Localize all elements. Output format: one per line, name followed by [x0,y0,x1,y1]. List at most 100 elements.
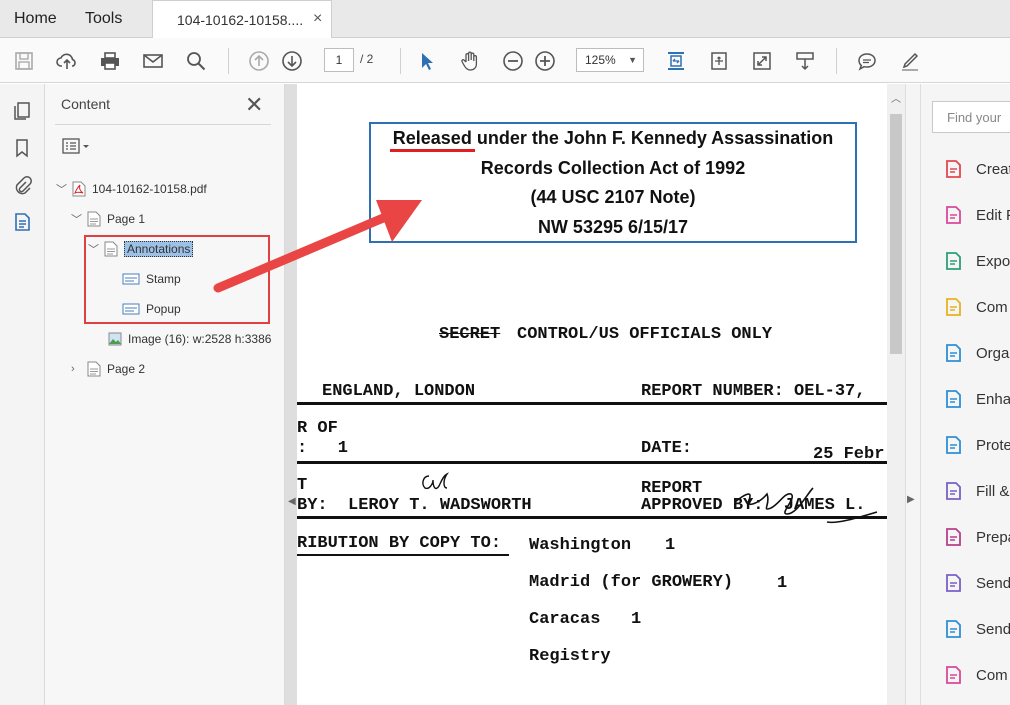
options-menu-icon[interactable] [61,136,93,158]
select-cursor-icon[interactable] [413,47,441,75]
left-rail [0,84,45,705]
vertical-scrollbar[interactable]: ︿ [887,84,905,705]
page-number-input[interactable]: 1 [324,48,354,72]
document-heading: CONTROL/US OFFICIALS ONLY [517,325,773,344]
location-text: ENGLAND, LONDON [322,382,476,401]
search-icon[interactable] [182,47,210,75]
scrollbar-thumb[interactable] [890,114,902,354]
image-icon [108,332,122,346]
toolbar-divider [400,48,401,74]
chevron-right-icon[interactable]: › [71,363,87,375]
document-tab[interactable]: 104-10162-10158.... × [152,0,332,38]
signature-icon [734,487,878,524]
edit-pdf-icon [946,206,961,224]
enhance-scans-icon [946,390,961,408]
create-pdf-icon [946,160,961,178]
email-icon[interactable] [139,47,167,75]
send-track-icon [946,620,961,638]
toolbar [0,38,1010,83]
release-stamp[interactable]: Released under the John F. Kennedy Assas… [369,122,857,243]
tool-item[interactable]: Prepa [942,526,1010,548]
date-label: DATE: [641,439,693,458]
tool-label: Com [976,666,1008,684]
expand-right-icon[interactable]: ▶ [907,494,915,505]
zoom-out-icon[interactable] [499,47,527,75]
attachment-icon[interactable] [11,174,33,196]
tool-item[interactable]: Fill & [942,480,1009,502]
save-icon[interactable] [10,47,38,75]
distribution-count: 1 [665,536,676,555]
distribution-count: 1 [631,610,642,629]
panel-divider [55,124,271,125]
close-tab-icon[interactable]: × [313,10,322,28]
tool-label: Send [976,620,1010,638]
comment-icon [946,298,961,316]
stamp-line-1: Released under the John F. Kennedy Assas… [371,124,855,154]
scroll-mode-icon[interactable] [791,47,819,75]
next-page-icon[interactable] [278,47,306,75]
tool-label: Prepa [976,528,1010,546]
chevron-down-icon[interactable]: ﹀ [71,211,87,227]
pdf-file-icon [72,181,86,197]
tool-item[interactable]: Com [942,664,1008,686]
tool-item[interactable]: Creat [942,158,1010,180]
tool-item[interactable]: Edit P [942,204,1010,226]
tool-label: Com [976,298,1008,316]
tool-item[interactable]: Enha [942,388,1010,410]
tool-item[interactable]: Com [942,296,1008,318]
pane-divider [920,84,921,705]
chevron-down-icon: ▼ [628,55,637,65]
close-panel-icon[interactable]: ✕ [245,92,263,118]
comment-icon[interactable] [853,47,881,75]
toolbar-divider [228,48,229,74]
find-tools-input[interactable]: Find your [932,101,1010,133]
tool-label: Orga [976,344,1010,362]
rotate-view-icon[interactable] [705,47,733,75]
fit-page-icon[interactable] [662,47,690,75]
handwritten-initials-icon [422,472,450,490]
content-panel-icon[interactable] [11,211,33,233]
tool-item[interactable]: Send [942,618,1010,640]
organize-pages-icon [946,344,961,362]
tree-item-image[interactable]: Image (16): w:2528 h:3386 [108,331,271,347]
tree-label-page2: Page 2 [107,362,146,376]
typed-rule [297,554,509,556]
export-pdf-icon [946,252,961,270]
menu-tools[interactable]: Tools [85,10,122,28]
menu-home[interactable]: Home [14,10,57,28]
tree-item-page1[interactable]: ﹀ Page 1 [71,211,145,227]
menu-bar: Home Tools 104-10162-10158.... × [0,0,1010,38]
report-number-text: REPORT NUMBER: OEL-37, [641,382,866,401]
highlight-pen-icon[interactable] [896,47,924,75]
full-screen-icon[interactable] [748,47,776,75]
stamp-line-2: Records Collection Act of 1992 [480,157,746,178]
tool-item[interactable]: Send [942,572,1010,594]
tool-item[interactable]: Prote [942,434,1010,456]
send-for-signature-icon [946,574,961,592]
page-thumbnails-icon[interactable] [11,100,33,122]
distribution-place: Madrid (for GROWERY) [529,573,734,592]
previous-page-icon[interactable] [245,47,273,75]
fill-sign-icon [946,482,961,500]
tree-item-file[interactable]: ﹀ 104-10162-10158.pdf [56,181,207,197]
tree-item-page2[interactable]: › Page 2 [71,361,145,377]
scroll-up-icon[interactable]: ︿ [891,90,901,105]
prepare-form-icon [946,528,961,546]
document-tab-title: 104-10162-10158.... [177,12,304,28]
struck-classification: SECRET [439,325,501,344]
bookmark-icon[interactable] [11,137,33,159]
collapse-left-icon[interactable]: ◀ [288,496,296,507]
zoom-in-icon[interactable] [531,47,559,75]
hand-tool-icon[interactable] [456,47,484,75]
tool-item[interactable]: Expo [942,250,1010,272]
chevron-down-icon[interactable]: ﹀ [56,181,72,197]
cloud-upload-icon[interactable] [53,47,81,75]
typed-rule [297,516,887,519]
stamp-line-4: NW 53295 6/15/17 [537,216,689,237]
tool-label: Edit P [976,206,1010,224]
zoom-select[interactable]: 125% ▼ [576,48,644,72]
tool-item[interactable]: Orga [942,342,1009,364]
red-arrow-icon [213,200,422,293]
stamp-line-1-rest: under the John F. Kennedy Assassination [471,128,834,148]
print-icon[interactable] [96,47,124,75]
